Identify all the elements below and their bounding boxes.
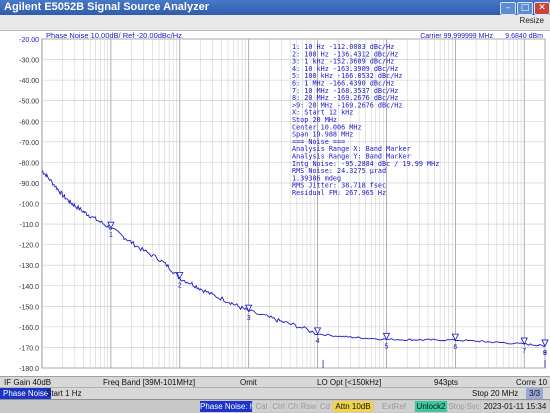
- y-tick-label: -110.0: [20, 222, 39, 229]
- stop-frequency[interactable]: Stop 20 MHz: [472, 388, 518, 399]
- y-tick-label: -160.0: [19, 325, 39, 332]
- phase-noise-chart: -20.00 -30.00 -40.00 -50.00 -60.00 -70.00 -80.…: [0, 31, 550, 375]
- y-tick-label: -140.0: [19, 284, 39, 291]
- marker-label: 3: [247, 315, 251, 322]
- close-button[interactable]: ✕: [534, 2, 550, 15]
- status-cell: Cal: [253, 401, 270, 412]
- y-tick-label: -150.0: [19, 304, 39, 311]
- carrier-power: 9.6840 dBm: [505, 33, 543, 40]
- marker-label: 4: [316, 338, 320, 345]
- sweep-bar: Phase Noise Start 1 Hz Stop 20 MHz 3/3: [0, 387, 550, 399]
- y-tick-label: -60.00: [19, 119, 39, 126]
- y-tick-label: -90.00: [19, 181, 39, 188]
- marker-label: 5: [385, 343, 389, 350]
- y-tick-label: -80.00: [19, 160, 39, 167]
- y-tick-label: -120.0: [19, 243, 39, 250]
- minimize-button[interactable]: –: [500, 2, 516, 15]
- status-cell: Rsw: [300, 401, 317, 412]
- y-tick-label: -40.00: [19, 78, 39, 85]
- y-tick-label: -30.00: [19, 58, 39, 65]
- carrier-frequency: Carrier 99.999999 MHz: [420, 33, 493, 40]
- title-bar: Agilent E5052B Signal Source Analyzer – …: [0, 0, 550, 15]
- y-tick-label: -100.0: [19, 202, 39, 209]
- status-cell: ExtRef: [374, 401, 414, 412]
- maximize-button[interactable]: □: [517, 2, 533, 15]
- y-tick-label: -50.00: [19, 99, 39, 106]
- status-bar: Phase Noise: Hold Cal Ctrl Ch Rsw Cd Attn 10dB…: [0, 399, 550, 413]
- status-cell: Svc: [466, 401, 480, 412]
- analyzer-window: Agilent E5052B Signal Source Analyzer – …: [0, 0, 550, 413]
- marker-label: 9: [543, 350, 547, 357]
- marker-label: 7: [522, 348, 526, 355]
- y-tick-label: -130.0: [19, 263, 39, 270]
- trace-header: Phase Noise 10.00dB/ Ref -20.00dBc/Hz: [46, 31, 182, 40]
- y-tick-label: -170.0: [19, 345, 39, 352]
- status-cell: 2023-01-11 15:34: [481, 401, 549, 412]
- phase-noise-tab[interactable]: Phase Noise: [0, 388, 52, 399]
- window-title: Agilent E5052B Signal Source Analyzer: [4, 1, 209, 13]
- marker-label: 2: [178, 282, 182, 289]
- marker-label: 6: [453, 344, 457, 351]
- status-cell: Ctrl: [271, 401, 286, 412]
- status-cell: Phase Noise: Hold: [200, 401, 267, 412]
- y-tick-label: -20.00: [19, 37, 39, 44]
- status-cell: Stop: [448, 401, 465, 412]
- menu-bar: Resize: [0, 15, 550, 31]
- page-indicator: 3/3: [526, 388, 544, 399]
- status-cell: Attn 10dB: [333, 401, 373, 412]
- marker-readout-line: Residual FM: 267.965 Hz: [292, 189, 386, 197]
- start-frequency[interactable]: Start 1 Hz: [46, 388, 82, 399]
- y-tick-label: -70.00: [19, 140, 39, 147]
- status-cell: Ch: [287, 401, 299, 412]
- marker-label: 1: [109, 232, 113, 239]
- status-cell: Cd: [318, 401, 332, 412]
- resize-button[interactable]: Resize: [520, 16, 544, 25]
- y-tick-label: -180.0: [19, 366, 39, 373]
- status-cell: Unlock2: [415, 401, 447, 412]
